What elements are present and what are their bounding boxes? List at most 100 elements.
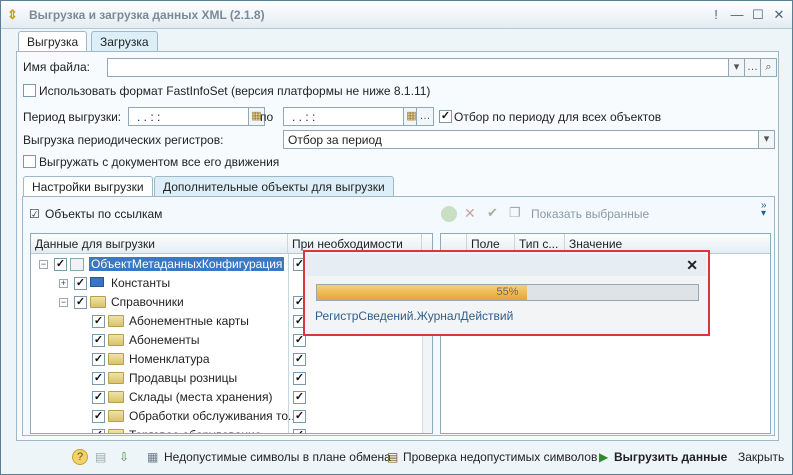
column-data-for-export[interactable]: Данные для выгрузки [31,234,288,254]
maximize-button[interactable]: ☐ [749,6,767,24]
expand-icon[interactable]: + [59,279,68,288]
tree-row-checkbox[interactable]: ✓ [92,391,105,404]
close-icon[interactable]: ✕ [686,257,698,274]
tree-row-checkbox[interactable]: ✓ [74,277,87,290]
period-filter-label: Отбор по периоду для всех объектов [454,110,662,124]
check-all-icon[interactable]: ✔ [487,205,498,221]
tab-export-settings[interactable]: Настройки выгрузки [23,176,153,197]
check-invalid-button[interactable]: Проверка недопустимых символов [403,446,597,468]
file-browse-button[interactable]: … [744,58,761,77]
delete-icon[interactable]: ✕ [464,205,476,222]
tree-row-label: ОбъектМетаданныхКонфигурация [89,257,285,271]
catalog-icon [108,315,124,327]
more-actions-icon[interactable]: » ▾ [761,201,767,219]
if-needed-checkbox[interactable]: ✓ [293,429,306,433]
tree-row[interactable]: ✓ Обработки обслуживания то... ✓ [31,407,422,426]
if-needed-checkbox[interactable]: ✓ [293,372,306,385]
objects-by-refs-icon[interactable]: ☑ [29,207,40,221]
if-needed-checkbox[interactable]: ✓ [293,391,306,404]
catalog-icon [108,372,124,384]
catalog-icon [108,429,124,433]
file-name-input[interactable] [107,58,729,77]
close-button[interactable]: Закрыть [738,446,784,468]
tree-row-label: Справочники [111,295,184,309]
periodic-registers-select[interactable]: Отбор за период [283,130,759,149]
add-icon[interactable] [441,206,457,222]
progress-dialog-header: ✕ [307,254,706,276]
tree-row-label: Продавцы розницы [129,371,238,385]
file-search-icon[interactable]: ⌕ [760,58,777,77]
period-to-input[interactable]: . . : : [283,107,404,126]
minimize-button[interactable]: — [728,6,746,24]
tree-row[interactable]: ✓ Продавцы розницы ✓ [31,369,422,388]
export-data-button[interactable]: Выгрузить данные [614,446,727,468]
file-name-label: Имя файла: [23,60,90,74]
catalog-icon [108,334,124,346]
tree-row-label: Обработки обслуживания то... [129,409,299,423]
tree-row-checkbox[interactable]: ✓ [92,372,105,385]
catalog-icon [90,296,106,308]
tree-row-label: Абонементы [129,333,200,347]
periodic-dropdown-icon[interactable]: ▾ [758,130,775,149]
objects-by-refs-label[interactable]: Объекты по ссылкам [45,207,162,221]
if-needed-checkbox[interactable]: ✓ [293,353,306,366]
export-play-icon[interactable]: ▶ [599,446,608,468]
tab-import[interactable]: Загрузка [91,31,158,51]
export-import-window: ⇕ Выгрузка и загрузка данных XML (2.1.8)… [0,0,793,475]
tree-row[interactable]: ✓ Номенклатура ✓ [31,350,422,369]
uncheck-all-icon[interactable]: ❐ [509,205,521,221]
periodic-registers-label: Выгрузка периодических регистров: [23,133,224,147]
tree-row-checkbox[interactable]: ✓ [74,296,87,309]
help-icon[interactable]: ! [707,6,725,24]
progress-dialog: ✕ 55% РегистрСведений.ЖурналДействий [303,250,710,336]
tree-row-label: Склады (места хранения) [129,390,273,404]
period-from-input[interactable]: . . : : [128,107,249,126]
invalid-symbols-button[interactable]: Недопустимые символы в плане обмена [164,446,391,468]
with-movements-checkbox[interactable] [23,155,36,168]
tree-row-checkbox[interactable]: ✓ [92,315,105,328]
tab-additional-objects[interactable]: Дополнительные объекты для выгрузки [154,176,394,196]
close-window-button[interactable]: ✕ [770,6,788,24]
tree-row-label: Торговое оборудование [127,428,263,433]
bottom-toolbar: ? ▤ ⇩ ▦ Недопустимые символы в плане обм… [9,446,785,470]
constants-icon [90,277,104,287]
fastinfoset-checkbox[interactable] [23,84,36,97]
if-needed-checkbox[interactable]: ✓ [293,410,306,423]
check-invalid-icon[interactable]: ▤ [387,446,398,468]
fastinfoset-label: Использовать формат FastInfoSet (версия … [39,84,431,98]
tree-row-label: Абонементные карты [129,314,249,328]
window-title: Выгрузка и загрузка данных XML (2.1.8) [29,8,265,22]
tree-row-label: Константы [111,276,171,290]
period-filter-checkbox[interactable]: ✓ [439,110,452,123]
progress-status: РегистрСведений.ЖурналДействий [315,309,514,323]
period-select-button[interactable]: … [416,107,434,126]
collapse-icon[interactable]: − [59,298,68,307]
catalog-icon [108,410,124,422]
tree-row-checkbox[interactable]: ✓ [92,429,105,433]
period-to-label: по [260,110,274,124]
settings-export-icon[interactable]: ⇩ [119,446,129,468]
invalid-symbols-icon[interactable]: ▦ [147,446,158,468]
app-icon: ⇕ [7,7,18,22]
catalog-icon [108,353,124,365]
log-icon[interactable]: ▤ [95,446,106,468]
period-label: Период выгрузки: [23,110,122,124]
tree-row-checkbox[interactable]: ✓ [92,410,105,423]
help-icon[interactable]: ? [72,449,88,465]
show-selected-button[interactable]: Показать выбранные [531,207,649,221]
export-panel: Имя файла: ▾ … ⌕ Использовать формат Fas… [16,51,779,441]
tree-row-checkbox[interactable]: ✓ [92,334,105,347]
tree-row-label: Номенклатура [129,352,210,366]
tree-row-checkbox[interactable]: ✓ [92,353,105,366]
title-bar[interactable]: ⇕ Выгрузка и загрузка данных XML (2.1.8)… [1,1,792,29]
tree-row[interactable]: ✓ Склады (места хранения) ✓ [31,388,422,407]
tree-row-checkbox[interactable]: ✓ [54,258,67,271]
with-movements-label: Выгружать с документом все его движения [39,155,280,169]
file-dropdown-icon[interactable]: ▾ [728,58,745,77]
tree-row[interactable]: ✓ Торговое оборудование ✓ [31,426,422,433]
progress-bar: 55% [316,284,699,301]
progress-percent: 55% [496,286,519,298]
collapse-icon[interactable]: − [39,260,48,269]
configuration-icon [70,258,84,271]
tab-export[interactable]: Выгрузка [18,31,88,52]
